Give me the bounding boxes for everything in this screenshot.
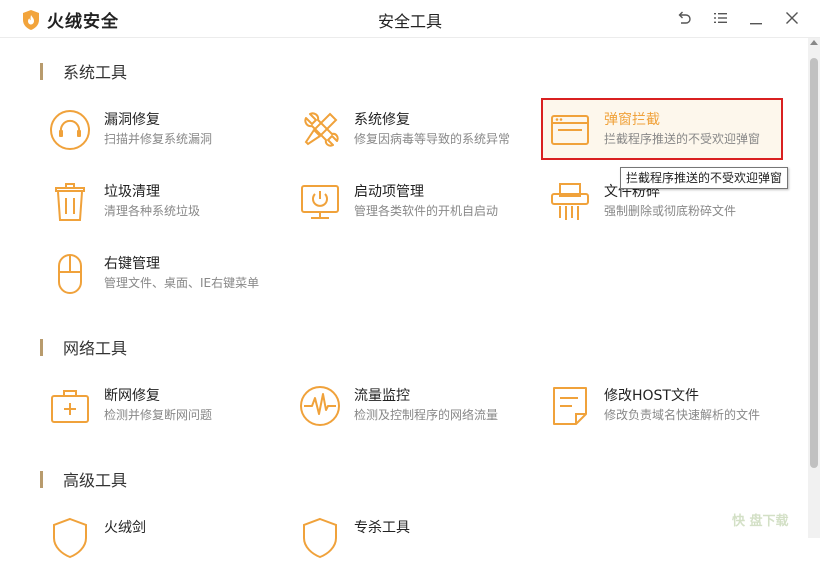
scroll-up-arrow-icon[interactable] bbox=[810, 40, 818, 45]
tooltip: 拦截程序推送的不受欢迎弹窗 bbox=[620, 167, 789, 189]
tool-name: 专杀工具 bbox=[354, 520, 410, 536]
section-title: 高级工具 bbox=[63, 471, 128, 490]
section-title: 网络工具 bbox=[63, 339, 128, 358]
tool-name: 漏洞修复 bbox=[104, 112, 160, 128]
tool-description: 强制删除或彻底粉碎文件 bbox=[604, 204, 737, 218]
tool-name: 流量监控 bbox=[354, 388, 410, 404]
scroll-thumb[interactable] bbox=[810, 58, 818, 468]
mouse-icon bbox=[48, 252, 92, 296]
shield-icon bbox=[298, 516, 342, 560]
section-network-tools: 网络工具 bbox=[40, 335, 127, 359]
traffic-pulse-icon bbox=[298, 384, 342, 428]
close-button[interactable] bbox=[783, 9, 801, 27]
tool-junk-cleanup[interactable]: 垃圾清理 清理各种系统垃圾 bbox=[48, 180, 293, 236]
tool-name: 系统修复 bbox=[354, 112, 410, 128]
tool-name: 火绒剑 bbox=[104, 520, 146, 536]
tool-system-repair[interactable]: 系统修复 修复因病毒等导致的系统异常 bbox=[298, 108, 543, 164]
undo-arrow-icon bbox=[678, 11, 691, 24]
title-bar: 火绒安全 安全工具 bbox=[0, 0, 820, 38]
section-title: 系统工具 bbox=[63, 63, 128, 82]
back-button[interactable] bbox=[675, 9, 693, 27]
section-accent-bar bbox=[40, 470, 43, 488]
tool-context-menu-manager[interactable]: 右键管理 管理文件、桌面、IE右键菜单 bbox=[48, 252, 293, 308]
minimize-button[interactable] bbox=[747, 9, 765, 27]
minimize-icon bbox=[750, 23, 762, 25]
section-advanced-tools: 高级工具 bbox=[40, 467, 127, 491]
section-accent-bar bbox=[40, 338, 43, 356]
section-accent-bar bbox=[40, 62, 43, 80]
section-system-tools: 系统工具 bbox=[40, 59, 127, 83]
tool-vulnerability-fix[interactable]: 漏洞修复 扫描并修复系统漏洞 bbox=[48, 108, 293, 164]
tool-network-repair[interactable]: 断网修复 检测并修复断网问题 bbox=[48, 384, 293, 440]
tool-host-file-editor[interactable]: 修改HOST文件 修改负责域名快速解析的文件 bbox=[548, 384, 793, 440]
shield-icon bbox=[48, 516, 92, 560]
tool-startup-manager[interactable]: 启动项管理 管理各类软件的开机自启动 bbox=[298, 180, 543, 236]
shredder-icon bbox=[548, 180, 592, 224]
host-file-icon bbox=[548, 384, 592, 428]
tool-name: 弹窗拦截 bbox=[604, 112, 660, 128]
tool-description: 检测及控制程序的网络流量 bbox=[354, 408, 499, 422]
tool-name: 垃圾清理 bbox=[104, 184, 160, 200]
popup-window-icon bbox=[548, 108, 592, 152]
tool-name: 右键管理 bbox=[104, 256, 160, 272]
tool-description: 管理文件、桌面、IE右键菜单 bbox=[104, 276, 260, 290]
tool-name: 修改HOST文件 bbox=[604, 388, 699, 404]
tool-description: 修改负责域名快速解析的文件 bbox=[604, 408, 761, 422]
tool-description: 管理各类软件的开机自启动 bbox=[354, 204, 499, 218]
tool-description: 拦截程序推送的不受欢迎弹窗 bbox=[604, 132, 761, 146]
trash-bin-icon bbox=[48, 180, 92, 224]
menu-button[interactable] bbox=[711, 9, 729, 27]
tool-name: 断网修复 bbox=[104, 388, 160, 404]
tool-name: 启动项管理 bbox=[354, 184, 424, 200]
tool-description: 扫描并修复系统漏洞 bbox=[104, 132, 213, 146]
hamburger-menu-icon bbox=[714, 13, 727, 23]
tool-description: 修复因病毒等导致的系统异常 bbox=[354, 132, 511, 146]
tool-popup-blocker[interactable]: 弹窗拦截 拦截程序推送的不受欢迎弹窗 bbox=[548, 108, 793, 164]
network-repair-kit-icon bbox=[48, 384, 92, 428]
watermark: 快 盘下载 bbox=[732, 514, 789, 529]
tool-traffic-monitor[interactable]: 流量监控 检测及控制程序的网络流量 bbox=[298, 384, 543, 440]
vulnerability-fix-icon bbox=[48, 108, 92, 152]
tool-description: 检测并修复断网问题 bbox=[104, 408, 213, 422]
tool-description: 清理各种系统垃圾 bbox=[104, 204, 201, 218]
wrench-screwdriver-icon bbox=[298, 108, 342, 152]
close-icon bbox=[786, 12, 798, 24]
vertical-scrollbar[interactable] bbox=[808, 38, 820, 538]
tool-special-killer[interactable]: 专杀工具 bbox=[298, 516, 543, 572]
tool-huorong-sword[interactable]: 火绒剑 bbox=[48, 516, 293, 572]
window-title: 安全工具 bbox=[377, 12, 442, 31]
startup-monitor-icon bbox=[298, 180, 342, 224]
